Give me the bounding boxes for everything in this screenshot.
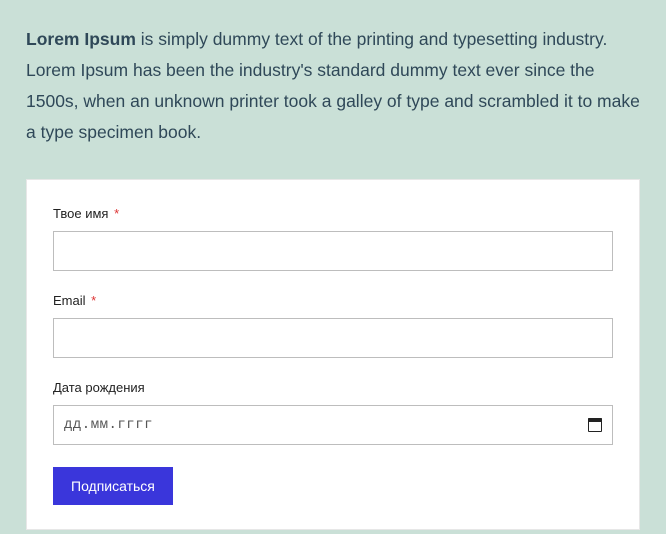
intro-paragraph: Lorem Ipsum is simply dummy text of the …	[26, 24, 640, 149]
name-field: Твое имя *	[53, 206, 613, 271]
dob-label: Дата рождения	[53, 380, 613, 395]
email-field: Email *	[53, 293, 613, 358]
email-label-text: Email	[53, 293, 86, 308]
email-input[interactable]	[53, 318, 613, 358]
subscribe-form: Твое имя * Email * Дата рождения дд.мм.г…	[26, 179, 640, 530]
dob-field: Дата рождения дд.мм.гггг	[53, 380, 613, 445]
name-input[interactable]	[53, 231, 613, 271]
required-mark: *	[91, 293, 96, 308]
required-mark: *	[114, 206, 119, 221]
name-label: Твое имя *	[53, 206, 613, 221]
submit-button[interactable]: Подписаться	[53, 467, 173, 505]
intro-bold: Lorem Ipsum	[26, 29, 136, 49]
email-label: Email *	[53, 293, 613, 308]
calendar-icon[interactable]	[588, 418, 602, 432]
dob-input[interactable]: дд.мм.гггг	[53, 405, 613, 445]
name-label-text: Твое имя	[53, 206, 108, 221]
dob-placeholder: дд.мм.гггг	[64, 417, 153, 433]
